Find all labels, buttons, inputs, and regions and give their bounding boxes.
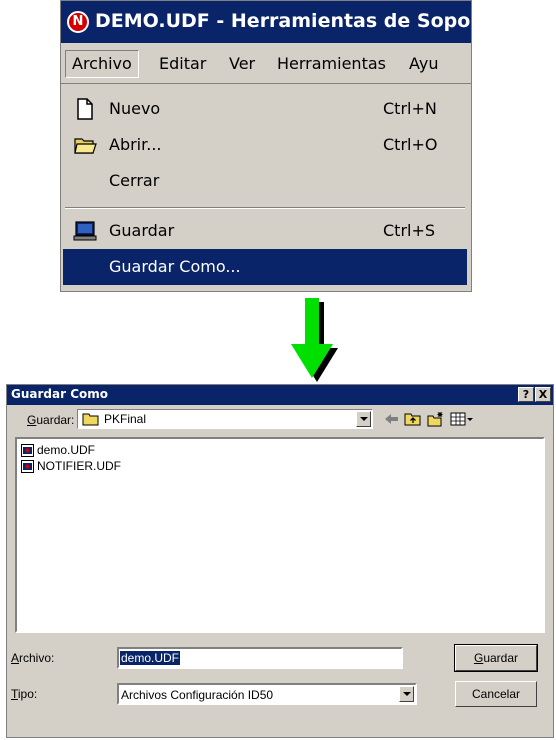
app-title: DEMO.UDF - Herramientas de Sopor — [95, 10, 472, 32]
filetype-select[interactable]: Archivos Configuración ID50 — [117, 683, 417, 705]
up-folder-icon[interactable] — [404, 411, 422, 427]
save-as-dialog: Guardar Como ? X Guardar: PKFinal demo.U… — [6, 384, 554, 738]
new-document-icon — [77, 98, 93, 120]
file-name: NOTIFIER.UDF — [37, 459, 121, 473]
folder-icon — [82, 413, 99, 426]
menu-item-guardar-como[interactable]: Guardar Como... — [63, 249, 467, 285]
menu-item-label: Cerrar — [109, 171, 160, 190]
menu-item-label: Guardar Como... — [109, 257, 241, 276]
menu-ayuda[interactable]: Ayu — [403, 51, 444, 77]
menu-editar[interactable]: Editar — [153, 51, 212, 77]
down-arrow-icon — [291, 298, 338, 382]
menu-item-label: Nuevo — [109, 99, 161, 118]
menu-item-abrir[interactable]: Abrir... Ctrl+O — [63, 127, 467, 163]
cancel-button[interactable]: Cancelar — [455, 681, 537, 707]
menu-archivo[interactable]: Archivo — [65, 50, 139, 78]
chevron-down-icon[interactable] — [356, 411, 371, 427]
app-window: N DEMO.UDF - Herramientas de Sopor Archi… — [60, 0, 472, 292]
menu-separator — [65, 207, 465, 209]
app-titlebar: N DEMO.UDF - Herramientas de Sopor — [61, 1, 471, 43]
menu-item-label: Guardar — [109, 221, 175, 240]
filetype-label: Tipo: — [11, 687, 38, 701]
filename-field[interactable]: demo.UDF — [117, 647, 403, 669]
open-folder-icon — [74, 138, 97, 154]
file-list[interactable]: demo.UDF NOTIFIER.UDF — [15, 437, 545, 633]
filetype-value: Archivos Configuración ID50 — [121, 688, 274, 702]
menu-item-guardar[interactable]: Guardar Ctrl+S — [63, 213, 467, 249]
app-logo-icon: N — [67, 11, 89, 33]
save-in-value: PKFinal — [104, 412, 147, 426]
menu-item-nuevo[interactable]: Nuevo Ctrl+N — [63, 91, 467, 127]
menu-item-shortcut: Ctrl+N — [383, 99, 437, 118]
save-button[interactable]: Guardar — [454, 644, 538, 672]
udf-file-icon — [21, 444, 34, 457]
help-button[interactable]: ? — [518, 387, 534, 402]
save-in-combo[interactable]: PKFinal — [77, 409, 373, 429]
menu-item-shortcut: Ctrl+S — [383, 221, 436, 240]
back-icon[interactable] — [382, 411, 400, 427]
chevron-down-icon[interactable] — [399, 686, 414, 702]
file-menu-dropdown: Nuevo Ctrl+N Abrir... Ctrl+O Cerrar Guar… — [61, 85, 471, 291]
menubar: Archivo Editar Ver Herramientas Ayu — [61, 43, 471, 84]
save-computer-icon — [73, 221, 97, 241]
menu-item-cerrar[interactable]: Cerrar — [63, 163, 467, 199]
menu-item-label: Abrir... — [109, 135, 162, 154]
file-name: demo.UDF — [37, 443, 96, 457]
menu-herramientas[interactable]: Herramientas — [271, 51, 392, 77]
new-folder-icon[interactable] — [427, 411, 445, 427]
udf-file-icon — [21, 460, 34, 473]
menu-item-shortcut: Ctrl+O — [383, 135, 438, 154]
close-button[interactable]: X — [535, 387, 551, 402]
dialog-titlebar: Guardar Como ? X — [7, 385, 553, 405]
save-in-label: Guardar: — [27, 413, 75, 427]
dialog-title: Guardar Como — [11, 387, 108, 401]
view-menu-icon[interactable] — [450, 411, 474, 427]
filename-label: Archivo: — [11, 651, 55, 665]
menu-ver[interactable]: Ver — [223, 51, 261, 77]
filename-value: demo.UDF — [120, 651, 181, 665]
